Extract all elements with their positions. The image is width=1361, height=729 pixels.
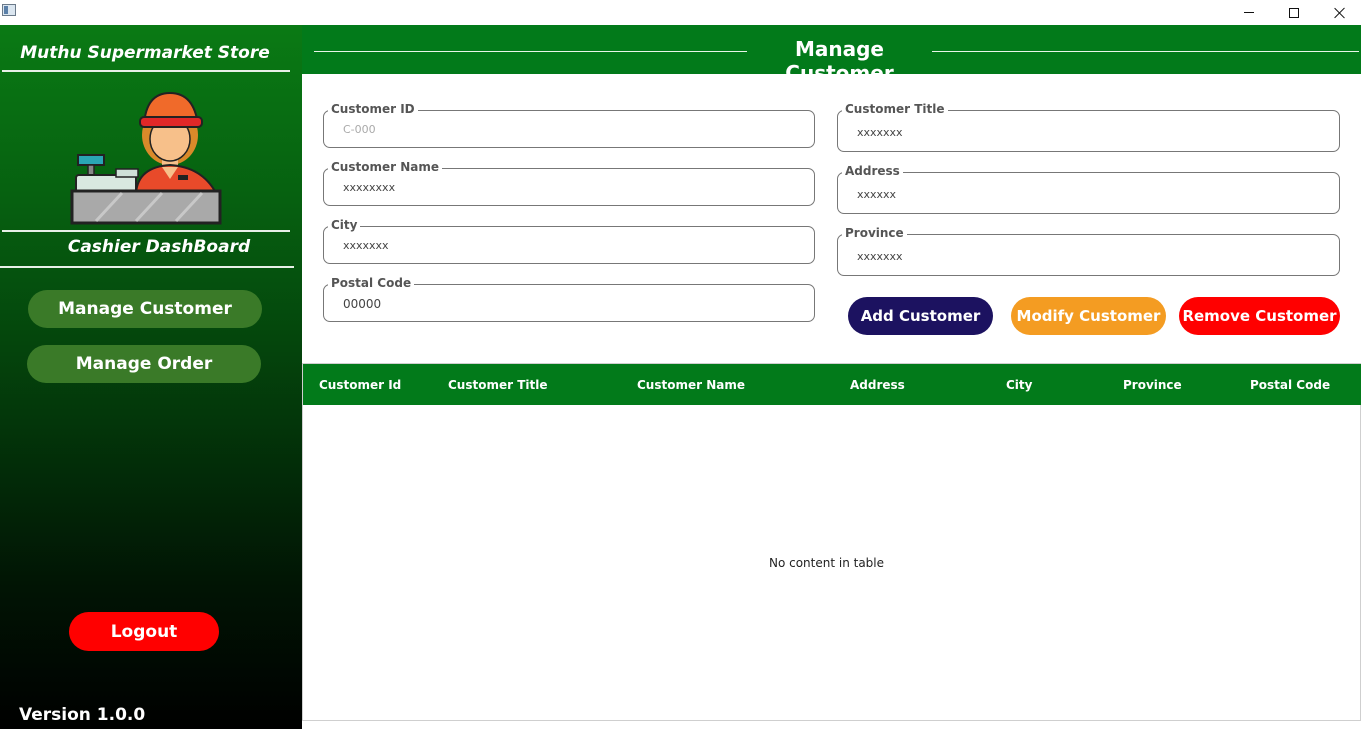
page-header: Manage Customer bbox=[302, 25, 1361, 85]
address-label: Address bbox=[842, 164, 903, 178]
city-field[interactable]: City bbox=[323, 218, 815, 264]
province-input[interactable] bbox=[857, 250, 1157, 263]
header-divider-left bbox=[314, 51, 747, 52]
divider bbox=[2, 230, 290, 232]
app-icon bbox=[2, 4, 16, 16]
column-header-address[interactable]: Address bbox=[850, 378, 905, 392]
customer-id-field[interactable]: Customer ID bbox=[323, 102, 815, 148]
logout-button[interactable]: Logout bbox=[69, 612, 219, 651]
window-titlebar bbox=[0, 0, 1361, 25]
table-empty-message: No content in table bbox=[768, 556, 885, 570]
customer-table[interactable]: Customer Id Customer Title Customer Name… bbox=[302, 363, 1361, 721]
customer-name-label: Customer Name bbox=[328, 160, 442, 174]
minimize-icon bbox=[1244, 12, 1254, 13]
customer-title-input[interactable] bbox=[857, 126, 1157, 139]
column-header-city[interactable]: City bbox=[1006, 378, 1032, 392]
page-title: Manage Customer bbox=[785, 37, 894, 85]
close-button[interactable] bbox=[1317, 0, 1361, 25]
column-header-customer-name[interactable]: Customer Name bbox=[637, 378, 745, 392]
column-header-customer-title[interactable]: Customer Title bbox=[448, 378, 548, 392]
store-name: Muthu Supermarket Store bbox=[20, 43, 270, 63]
divider bbox=[2, 70, 290, 72]
header-divider-right bbox=[932, 51, 1359, 52]
customer-id-label: Customer ID bbox=[328, 102, 418, 116]
city-label: City bbox=[328, 218, 361, 232]
cashier-illustration-icon bbox=[70, 91, 222, 225]
customer-title-label: Customer Title bbox=[842, 102, 948, 116]
add-customer-button[interactable]: Add Customer bbox=[848, 297, 993, 335]
postal-code-label: Postal Code bbox=[328, 276, 415, 290]
postal-code-input[interactable] bbox=[343, 297, 643, 311]
column-header-postal-code[interactable]: Postal Code bbox=[1250, 378, 1330, 392]
close-icon bbox=[1334, 7, 1346, 19]
customer-name-field[interactable]: Customer Name bbox=[323, 160, 815, 206]
nav-manage-customer-button[interactable]: Manage Customer bbox=[28, 290, 262, 328]
city-input[interactable] bbox=[343, 239, 643, 252]
nav-manage-order-button[interactable]: Manage Order bbox=[27, 345, 261, 383]
customer-title-field[interactable]: Customer Title bbox=[837, 102, 1340, 152]
province-field[interactable]: Province bbox=[837, 226, 1340, 276]
divider bbox=[0, 266, 294, 268]
province-label: Province bbox=[842, 226, 907, 240]
column-header-customer-id[interactable]: Customer Id bbox=[319, 378, 401, 392]
postal-code-field[interactable]: Postal Code bbox=[323, 276, 815, 322]
modify-customer-button[interactable]: Modify Customer bbox=[1011, 297, 1166, 335]
table-header: Customer Id Customer Title Customer Name… bbox=[303, 364, 1361, 405]
maximize-icon bbox=[1289, 7, 1299, 18]
version-label: Version 1.0.0 bbox=[19, 705, 146, 725]
dashboard-title: Cashier DashBoard bbox=[67, 237, 251, 257]
column-header-province[interactable]: Province bbox=[1123, 378, 1182, 392]
maximize-button[interactable] bbox=[1271, 0, 1317, 25]
remove-customer-button[interactable]: Remove Customer bbox=[1179, 297, 1340, 335]
customer-name-input[interactable] bbox=[343, 181, 643, 194]
address-field[interactable]: Address bbox=[837, 164, 1340, 214]
customer-id-input[interactable] bbox=[343, 123, 643, 136]
minimize-button[interactable] bbox=[1226, 0, 1272, 25]
sidebar: Muthu Supermarket Store Cashier DashBoar… bbox=[0, 25, 302, 729]
address-input[interactable] bbox=[857, 188, 1157, 201]
